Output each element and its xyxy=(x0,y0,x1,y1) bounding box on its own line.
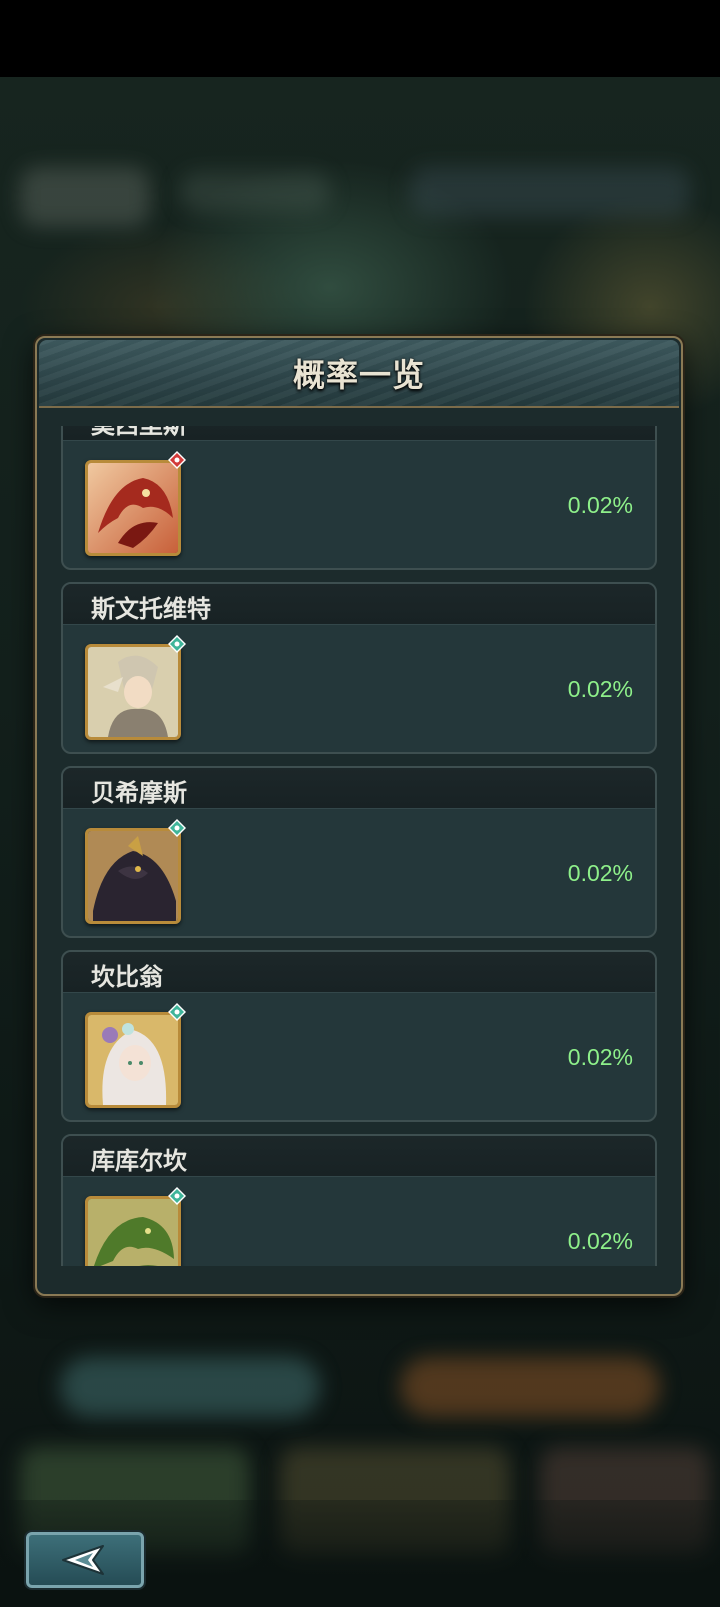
fire-element-icon xyxy=(168,451,186,469)
probability-value: 0.02% xyxy=(567,676,633,702)
probability-value: 0.02% xyxy=(567,1044,633,1070)
item-name: 斯文托维特 xyxy=(91,595,211,623)
wind-element-icon xyxy=(168,1187,186,1205)
wind-element-icon xyxy=(168,819,186,837)
wind-element-icon xyxy=(168,635,186,653)
probability-value: 0.02% xyxy=(567,1228,633,1254)
elf-girl-portrait-icon[interactable] xyxy=(85,1012,181,1108)
dark-beast-portrait-icon[interactable] xyxy=(85,828,181,924)
item-name: 库库尔坎 xyxy=(91,1147,187,1175)
list-item: 库库尔坎 0.02% xyxy=(61,1134,657,1266)
list-item: 莫西里斯 xyxy=(61,426,657,570)
list-item: 坎比翁 0.02% xyxy=(61,950,657,1122)
item-name: 坎比翁 xyxy=(91,963,163,991)
list-item: 贝希摩斯 0.02% xyxy=(61,766,657,938)
back-arrow-icon xyxy=(62,1545,104,1575)
red-dragon-portrait-icon[interactable] xyxy=(85,460,181,556)
list-item: 斯文托维特 0.02% xyxy=(61,582,657,754)
probability-value: 0.02% xyxy=(567,860,633,886)
back-button[interactable] xyxy=(26,1532,144,1588)
probability-list[interactable]: 莫西里斯 xyxy=(61,426,657,1266)
dialog-header: 概率一览 xyxy=(39,340,679,408)
item-name: 贝希摩斯 xyxy=(91,779,187,807)
dialog-title: 概率一览 xyxy=(292,356,425,394)
wind-element-icon xyxy=(168,1003,186,1021)
green-dragon-portrait-icon[interactable] xyxy=(85,1196,181,1266)
armored-knight-portrait-icon[interactable] xyxy=(85,644,181,740)
status-bar xyxy=(0,0,720,77)
probability-dialog: 概率一览 莫西里斯 xyxy=(35,336,683,1296)
item-name: 莫西里斯 xyxy=(91,426,187,440)
screen: 概率一览 莫西里斯 xyxy=(0,0,720,1607)
probability-value: 0.02% xyxy=(567,492,633,518)
